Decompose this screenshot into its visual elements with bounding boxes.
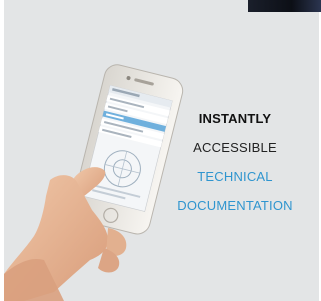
corner-photo-fragment [248,0,321,12]
tagline-accessible: ACCESSIBLE [193,140,277,155]
tagline-documentation: DOCUMENTATION [177,198,293,213]
tagline-block: INSTANTLY ACCESSIBLE TECHNICAL DOCUMENTA… [150,104,320,220]
tagline-technical: TECHNICAL [197,169,273,184]
tagline-instantly: INSTANTLY [198,111,272,126]
